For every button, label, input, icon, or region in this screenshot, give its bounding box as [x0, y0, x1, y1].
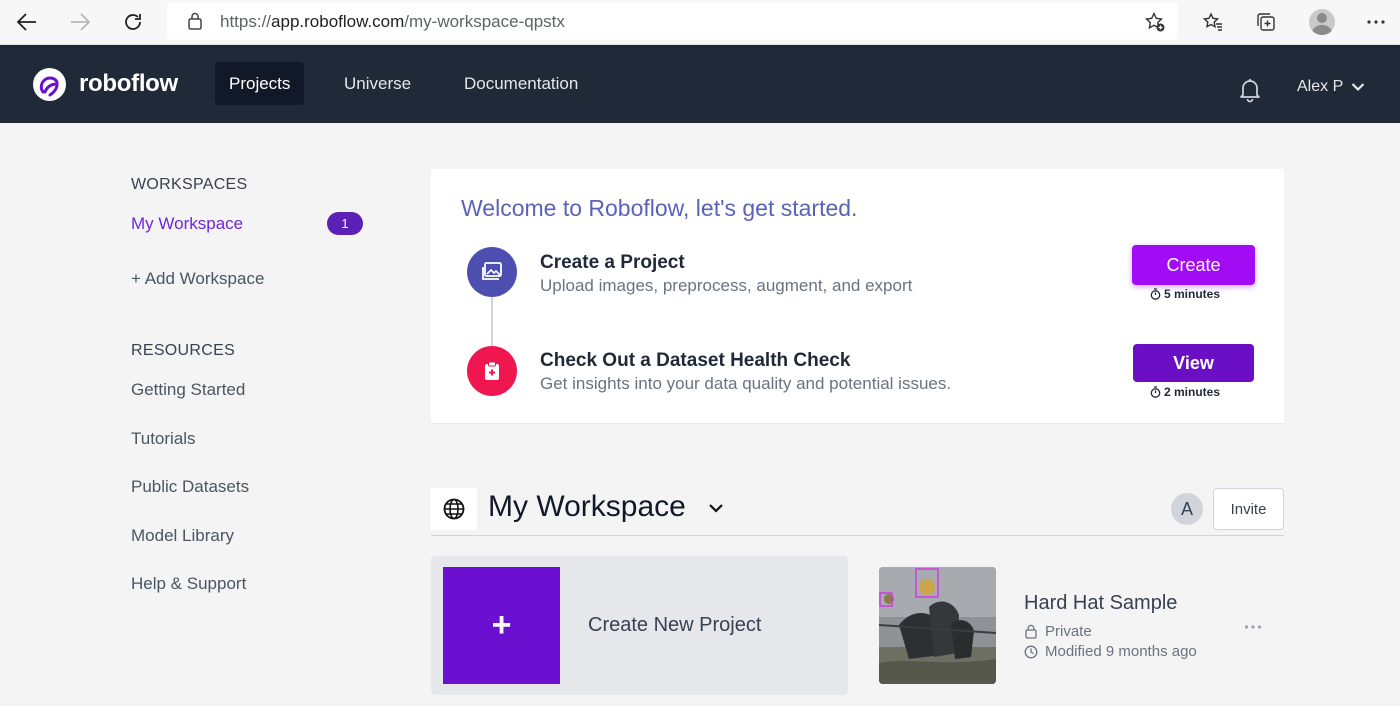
favorites-button[interactable]: [1197, 6, 1229, 38]
view-button[interactable]: View: [1133, 344, 1254, 382]
app-navbar: roboflow Projects Universe Documentation…: [0, 45, 1400, 123]
forward-button[interactable]: [64, 6, 96, 38]
hard-hat-workers-image: [879, 567, 996, 684]
create-project-description: Upload images, preprocess, augment, and …: [540, 276, 913, 295]
lock-icon: [1025, 624, 1037, 639]
nav-documentation[interactable]: Documentation: [450, 62, 592, 105]
welcome-title: Welcome to Roboflow, let's get started.: [461, 195, 858, 221]
sidebar-item-help-support[interactable]: Help & Support: [131, 574, 246, 594]
arrow-right-icon: [71, 13, 91, 31]
lock-icon[interactable]: [186, 11, 204, 31]
globe-icon: [443, 498, 465, 520]
resources-heading: RESOURCES: [131, 342, 236, 359]
health-check-description: Get insights into your data quality and …: [540, 374, 952, 393]
reload-icon: [125, 14, 141, 30]
add-workspace-link[interactable]: + Add Workspace: [131, 269, 264, 289]
workspace-visibility-button[interactable]: [431, 488, 477, 530]
invite-button[interactable]: Invite: [1213, 488, 1284, 530]
clipboard-health-icon: [485, 361, 499, 380]
sidebar-item-tutorials[interactable]: Tutorials: [131, 429, 196, 449]
view-duration-text: 2 minutes: [1164, 385, 1221, 399]
sidebar-item-model-library[interactable]: Model Library: [131, 526, 234, 546]
more-horizontal-icon: [1244, 625, 1262, 629]
logo-text[interactable]: roboflow: [79, 70, 178, 98]
user-menu[interactable]: Alex P: [1297, 78, 1365, 96]
create-button[interactable]: Create: [1132, 245, 1255, 285]
sidebar-item-my-workspace[interactable]: My Workspace: [131, 214, 243, 234]
project-modified: Modified 9 months ago: [1024, 643, 1197, 660]
create-project-step-icon: [467, 247, 517, 297]
step-connector: [491, 296, 493, 346]
favorites-icon: [1202, 12, 1222, 31]
workspace-count-badge: 1: [327, 212, 363, 235]
workspace-title[interactable]: My Workspace: [488, 490, 686, 524]
project-modified-text: Modified 9 months ago: [1045, 643, 1197, 660]
images-icon: [482, 262, 502, 280]
project-visibility-text: Private: [1045, 623, 1092, 640]
member-avatar[interactable]: A: [1171, 493, 1203, 525]
project-name[interactable]: Hard Hat Sample: [1024, 592, 1177, 615]
sidebar-item-getting-started[interactable]: Getting Started: [131, 380, 245, 400]
plus-icon: +: [443, 567, 560, 684]
roboflow-logo-icon[interactable]: [33, 68, 66, 101]
reload-button[interactable]: [117, 6, 149, 38]
browser-toolbar: https://app.roboflow.com/my-workspace-qp…: [0, 0, 1400, 45]
address-bar[interactable]: https://app.roboflow.com/my-workspace-qp…: [167, 3, 1178, 40]
stopwatch-icon: [1150, 288, 1161, 300]
more-horizontal-icon: [1367, 20, 1385, 24]
collections-button[interactable]: [1250, 6, 1282, 38]
welcome-card: Welcome to Roboflow, let's get started. …: [431, 169, 1284, 424]
nav-projects[interactable]: Projects: [215, 62, 305, 105]
clock-icon: [1024, 645, 1038, 658]
collections-icon: [1257, 13, 1275, 31]
create-duration-text: 5 minutes: [1164, 287, 1221, 301]
nav-universe[interactable]: Universe: [330, 62, 425, 105]
project-thumbnail[interactable]: [879, 567, 996, 684]
sidebar-item-public-datasets[interactable]: Public Datasets: [131, 477, 249, 497]
view-duration: 2 minutes: [1150, 385, 1220, 399]
project-more-button[interactable]: [1244, 614, 1262, 635]
profile-avatar-icon: [1309, 9, 1335, 35]
user-name: Alex P: [1297, 78, 1344, 95]
create-new-project-card[interactable]: + Create New Project: [431, 556, 848, 695]
workspace-divider: [431, 535, 1284, 536]
health-check-step-icon: [467, 346, 517, 396]
chevron-down-icon[interactable]: [706, 500, 726, 516]
health-check-title: Check Out a Dataset Health Check: [540, 350, 851, 371]
create-project-title: Create a Project: [540, 252, 685, 273]
project-visibility: Private: [1024, 623, 1092, 640]
notifications-bell-icon[interactable]: [1238, 77, 1262, 103]
arrow-left-icon: [16, 13, 36, 31]
stopwatch-icon: [1150, 386, 1161, 398]
chevron-down-icon: [1351, 83, 1365, 92]
back-button[interactable]: [11, 6, 43, 38]
browser-menu-button[interactable]: [1360, 6, 1392, 38]
add-favorite-icon[interactable]: [1144, 11, 1166, 33]
create-new-project-label: Create New Project: [588, 614, 762, 636]
url-text: https://app.roboflow.com/my-workspace-qp…: [220, 12, 565, 31]
create-duration: 5 minutes: [1150, 287, 1220, 301]
profile-button[interactable]: [1306, 6, 1338, 38]
workspaces-heading: WORKSPACES: [131, 176, 248, 193]
